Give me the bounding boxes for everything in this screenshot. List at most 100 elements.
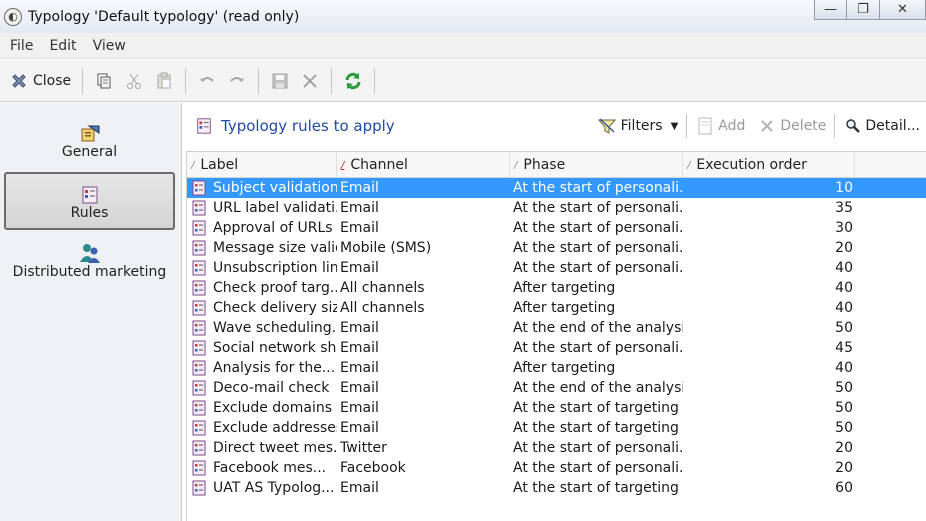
cell-label: Check delivery size bbox=[213, 300, 337, 316]
toolbar-separator bbox=[82, 67, 84, 94]
cell-channel: Email bbox=[340, 340, 379, 356]
table-row[interactable]: Social network sh... Email At the start of… bbox=[187, 338, 926, 358]
cell-label: URL label validati... bbox=[213, 200, 337, 216]
cell-phase: At the start of personali... bbox=[513, 460, 683, 476]
cell-order: 50 bbox=[835, 400, 853, 416]
table-row[interactable]: Message size valid...Mobile (SMS) At the … bbox=[187, 238, 926, 258]
cell-order: 50 bbox=[835, 420, 853, 436]
general-icon bbox=[79, 120, 101, 144]
close-window-button[interactable]: ✕ bbox=[880, 0, 926, 20]
action-separator bbox=[686, 114, 688, 138]
nav-item-distributed-marketing[interactable]: Distributed marketing bbox=[4, 231, 175, 289]
column-header-channel[interactable]: / Channel bbox=[337, 152, 510, 178]
cell-channel: All channels bbox=[340, 300, 425, 316]
cell-order: 20 bbox=[835, 460, 853, 476]
restore-button[interactable]: ❐ bbox=[847, 0, 880, 20]
delete-toolbar-button[interactable] bbox=[295, 66, 325, 96]
nav-item-rules[interactable]: Rules bbox=[4, 172, 175, 230]
sort-icon: / bbox=[687, 159, 691, 171]
delete-button[interactable]: Delete bbox=[751, 116, 832, 136]
paste-icon bbox=[154, 71, 174, 91]
sort-icon: / bbox=[341, 159, 345, 171]
cell-channel: Mobile (SMS) bbox=[340, 240, 432, 256]
rule-icon bbox=[192, 180, 206, 196]
cell-channel: Facebook bbox=[340, 460, 406, 476]
save-button[interactable] bbox=[265, 66, 295, 96]
cell-channel: Email bbox=[340, 320, 379, 336]
cell-label: Social network sh... bbox=[213, 340, 337, 356]
rule-icon bbox=[192, 300, 206, 316]
menu-file[interactable]: File bbox=[0, 38, 39, 54]
rule-icon bbox=[192, 440, 206, 456]
table-row[interactable]: Facebook mes... Facebook At the start of p… bbox=[187, 458, 926, 478]
cell-channel: Email bbox=[340, 360, 379, 376]
sort-icon: / bbox=[191, 159, 195, 171]
section-title: Typology rules to apply bbox=[194, 116, 395, 136]
paste-button[interactable] bbox=[149, 66, 179, 96]
table-row[interactable]: Wave scheduling... Email At the end of the… bbox=[187, 318, 926, 338]
rule-icon bbox=[192, 340, 206, 356]
menu-bar: File Edit View bbox=[0, 33, 926, 59]
toolbar-separator bbox=[185, 67, 187, 94]
filters-button[interactable]: Filters ▼ bbox=[591, 116, 685, 136]
cell-order: 40 bbox=[835, 300, 853, 316]
cell-order: 20 bbox=[835, 440, 853, 456]
table-row[interactable]: Exclude domains Email At the start of targ… bbox=[187, 398, 926, 418]
table-row[interactable]: Approval of URLs Email At the start of per… bbox=[187, 218, 926, 238]
add-button[interactable]: Add bbox=[689, 116, 751, 136]
toolbar-separator bbox=[258, 67, 260, 94]
cell-label: Subject validation bbox=[213, 180, 337, 196]
table-row[interactable]: Exclude addresses Email At the start of ta… bbox=[187, 418, 926, 438]
cell-phase: At the start of personali... bbox=[513, 440, 683, 456]
cell-order: 50 bbox=[835, 320, 853, 336]
column-header-execution-order[interactable]: / Execution order bbox=[683, 152, 855, 178]
rule-icon bbox=[192, 420, 206, 436]
toolbar-separator bbox=[331, 67, 333, 94]
refresh-button[interactable] bbox=[338, 66, 368, 96]
menu-view[interactable]: View bbox=[83, 38, 132, 54]
table-row[interactable]: Unsubscription lin...Email At the start o… bbox=[187, 258, 926, 278]
column-title: Execution order bbox=[696, 157, 807, 173]
cell-phase: At the start of personali... bbox=[513, 240, 683, 256]
nav-item-label: Distributed marketing bbox=[12, 264, 167, 280]
table-row[interactable]: Analysis for the... Email After targeting 4… bbox=[187, 358, 926, 378]
cut-button[interactable] bbox=[119, 66, 149, 96]
rules-icon bbox=[80, 181, 100, 205]
table-row[interactable]: Check proof targ... All channels After tar… bbox=[187, 278, 926, 298]
close-button[interactable]: Close bbox=[4, 66, 76, 96]
cell-phase: At the start of personali... bbox=[513, 340, 683, 356]
detail-button[interactable]: Detail... bbox=[837, 116, 926, 136]
rule-icon bbox=[192, 320, 206, 336]
rule-icon bbox=[192, 360, 206, 376]
window-controls: — ❐ ✕ bbox=[814, 0, 926, 20]
undo-button[interactable] bbox=[192, 66, 222, 96]
save-icon bbox=[270, 71, 290, 91]
copy-button[interactable] bbox=[89, 66, 119, 96]
table-row[interactable]: Check delivery size All channels After tar… bbox=[187, 298, 926, 318]
redo-button[interactable] bbox=[222, 66, 252, 96]
table-row[interactable]: Deco-mail check Email At the end of the an… bbox=[187, 378, 926, 398]
table-row[interactable]: Subject validation Email At the start of p… bbox=[187, 178, 926, 198]
rule-icon bbox=[192, 260, 206, 276]
cell-phase: At the start of personali... bbox=[513, 180, 683, 196]
nav-item-general[interactable]: General bbox=[4, 111, 175, 169]
column-title: Label bbox=[200, 157, 239, 173]
table-row[interactable]: URL label validati... Email At the start o… bbox=[187, 198, 926, 218]
minimize-button[interactable]: — bbox=[814, 0, 847, 20]
cell-label: Message size valid... bbox=[213, 240, 337, 256]
menu-edit[interactable]: Edit bbox=[39, 38, 82, 54]
cell-phase: At the start of personali... bbox=[513, 200, 683, 216]
cell-label: Wave scheduling... bbox=[213, 320, 337, 336]
cell-order: 20 bbox=[835, 240, 853, 256]
column-header-phase[interactable]: / Phase bbox=[510, 152, 683, 178]
table-row[interactable]: Direct tweet mes... Twitter At the start o… bbox=[187, 438, 926, 458]
app-icon[interactable]: ◐ bbox=[4, 7, 22, 26]
add-label: Add bbox=[718, 118, 746, 134]
column-header-label[interactable]: / Label bbox=[187, 152, 337, 178]
section-title-label: Typology rules to apply bbox=[221, 117, 395, 135]
cell-phase: After targeting bbox=[513, 360, 616, 376]
table-row[interactable]: UAT AS Typolog... Email At the start of ta… bbox=[187, 478, 926, 498]
cell-order: 50 bbox=[835, 380, 853, 396]
cell-order: 10 bbox=[835, 180, 853, 196]
chevron-down-icon[interactable]: ▼ bbox=[671, 121, 679, 132]
